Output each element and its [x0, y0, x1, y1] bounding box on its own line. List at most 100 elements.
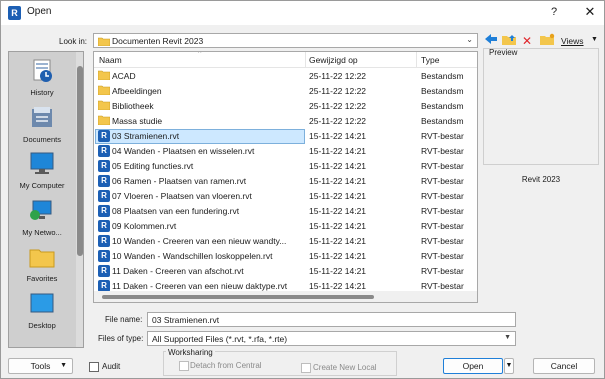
open-button[interactable]: Open [443, 358, 503, 374]
create-new-local-label: Create New Local [313, 363, 377, 372]
views-dropdown-arrow[interactable]: ▼ [591, 36, 598, 43]
file-name-cell: Massa studie [112, 116, 163, 126]
help-button[interactable]: ? [543, 3, 565, 21]
column-separator[interactable] [416, 52, 417, 68]
cancel-button[interactable]: Cancel [533, 358, 595, 374]
dialog-title: Open [27, 6, 52, 17]
detach-from-central-checkbox[interactable] [179, 361, 189, 371]
create-new-local-checkbox[interactable] [301, 363, 311, 373]
file-row[interactable]: Afbeeldingen 25-11-22 12:22 Bestandsm [94, 84, 477, 99]
worksharing-title: Worksharing [166, 348, 215, 357]
place-documents[interactable]: Documents [9, 103, 75, 149]
look-in-value: Documenten Revit 2023 [112, 36, 204, 46]
file-date-cell: 15-11-22 14:21 [309, 281, 367, 291]
tools-button[interactable]: Tools ▼ [8, 358, 73, 374]
file-type-cell: RVT-bestar [421, 161, 464, 171]
file-list-header: ^ Naam Gewijzigd op Type [94, 52, 477, 68]
folder-icon [97, 115, 111, 127]
file-row[interactable]: R 11 Daken - Creeren van afschot.rvt 15-11… [94, 264, 477, 279]
file-name-cell: Bibliotheek [112, 101, 154, 111]
file-type-cell: RVT-bestar [421, 206, 464, 216]
file-row[interactable]: R 07 Vloeren - Plaatsen van vloeren.rvt 15… [94, 189, 477, 204]
place-history[interactable]: History [9, 56, 75, 102]
file-type-label: Files of type: [98, 334, 144, 343]
file-type-cell: RVT-bestar [421, 236, 464, 246]
file-type-cell: RVT-bestar [421, 251, 464, 261]
file-date-cell: 25-11-22 12:22 [309, 116, 367, 126]
folder-icon [97, 70, 111, 82]
file-name-input[interactable]: 03 Stramienen.rvt [147, 312, 516, 327]
file-row[interactable]: R 04 Wanden - Plaatsen en wisselen.rvt 15-… [94, 144, 477, 159]
file-name-cell: 10 Wanden - Wandschillen loskoppelen.rvt [112, 251, 273, 261]
tools-dropdown-arrow: ▼ [60, 362, 67, 369]
views-menu[interactable]: Views [561, 36, 584, 46]
revit-file-icon: R [98, 220, 110, 232]
back-arrow-icon[interactable] [483, 33, 499, 49]
sidebar-scrollbar[interactable] [76, 52, 83, 347]
look-in-dropdown[interactable]: Documenten Revit 2023 ⌄ [93, 33, 478, 48]
file-row[interactable]: R 10 Wanden - Wandschillen loskoppelen.rv… [94, 249, 477, 264]
file-name-value: 03 Stramienen.rvt [152, 315, 220, 325]
file-row[interactable]: Bibliotheek 25-11-22 12:22 Bestandsm [94, 99, 477, 114]
file-name-cell: Afbeeldingen [112, 86, 162, 96]
column-header-name[interactable]: Naam [99, 55, 122, 65]
up-folder-icon[interactable] [501, 33, 517, 49]
file-row[interactable]: Massa studie 25-11-22 12:22 Bestandsm [94, 114, 477, 129]
place-label: Documents [23, 134, 61, 144]
file-name-cell: 11 Daken - Creeren van afschot.rvt [112, 266, 244, 276]
revit-file-icon: R [98, 130, 110, 142]
sidebar-scroll-thumb[interactable] [77, 66, 83, 256]
open-dialog: R Open ? ✕ Look in: Documenten Revit 202… [0, 0, 605, 379]
place-favorites[interactable]: Favorites [9, 242, 75, 288]
place-label: History [30, 88, 54, 97]
file-row[interactable]: R 06 Ramen - Plaatsen van ramen.rvt 15-11-… [94, 174, 477, 189]
place-label: Desktop [28, 320, 56, 330]
file-date-cell: 15-11-22 14:21 [309, 236, 367, 246]
column-header-modified[interactable]: Gewijzigd op [309, 55, 358, 65]
place-label: My Computer [19, 181, 65, 190]
file-type-dropdown[interactable]: All Supported Files (*.rvt, *.rfa, *.rte… [147, 331, 516, 346]
file-date-cell: 15-11-22 14:21 [309, 176, 367, 186]
look-in-label: Look in: [59, 37, 88, 46]
place-my-computer[interactable]: My Computer [9, 149, 75, 195]
file-row[interactable]: R 05 Editing functies.rvt 15-11-22 14:21 RV… [94, 159, 477, 174]
file-row[interactable]: R 03 Stramienen.rvt 15-11-22 14:21 RVT-best… [94, 129, 477, 144]
audit-checkbox[interactable] [89, 362, 99, 372]
file-list[interactable]: ^ Naam Gewijzigd op Type ACAD 25-11-22 12… [93, 51, 478, 303]
file-date-cell: 15-11-22 14:21 [309, 191, 367, 201]
place-label: Favorites [26, 274, 58, 283]
column-header-type[interactable]: Type [421, 55, 439, 65]
file-date-cell: 25-11-22 12:22 [309, 71, 367, 81]
file-name-cell: 05 Editing functies.rvt [112, 161, 194, 171]
preview-title: Preview [489, 48, 518, 57]
place-label: My Netwo... [22, 227, 62, 237]
file-date-cell: 15-11-22 14:21 [309, 161, 367, 171]
hscroll-thumb[interactable] [102, 295, 374, 299]
new-folder-icon[interactable] [539, 33, 555, 49]
open-options-arrow[interactable]: ▼ [504, 358, 514, 374]
file-list-hscrollbar[interactable] [94, 291, 477, 302]
delete-icon[interactable]: ✕ [519, 33, 535, 49]
file-type-cell: RVT-bestar [421, 221, 464, 231]
place-my-network[interactable]: My Netwo... [9, 196, 75, 242]
revit-file-icon: R [98, 250, 110, 262]
revit-file-icon: R [98, 265, 110, 277]
file-row[interactable]: ACAD 25-11-22 12:22 Bestandsm [94, 69, 477, 84]
sort-ascending-icon: ^ [198, 51, 202, 57]
file-name-cell: 03 Stramienen.rvt [112, 131, 180, 141]
file-type-cell: RVT-bestar [421, 176, 464, 186]
file-date-cell: 15-11-22 14:21 [309, 131, 367, 141]
file-row[interactable]: R 10 Wanden - Creeren van een nieuw wandt… [94, 234, 477, 249]
favorites-icon [29, 245, 55, 269]
folder-icon [97, 85, 111, 97]
file-row[interactable]: R 08 Plaatsen van een fundering.rvt 15-11-… [94, 204, 477, 219]
place-desktop[interactable]: Desktop [9, 289, 75, 335]
close-button[interactable]: ✕ [579, 3, 601, 21]
revit-file-icon: R [98, 235, 110, 247]
revit-app-icon: R [8, 6, 21, 20]
desktop-icon [29, 292, 55, 316]
file-row[interactable]: R 09 Kolommen.rvt 15-11-22 14:21 RVT-bestar [94, 219, 477, 234]
file-name-label: File name: [105, 315, 143, 324]
file-date-cell: 15-11-22 14:21 [309, 251, 367, 261]
column-separator[interactable] [305, 52, 306, 68]
